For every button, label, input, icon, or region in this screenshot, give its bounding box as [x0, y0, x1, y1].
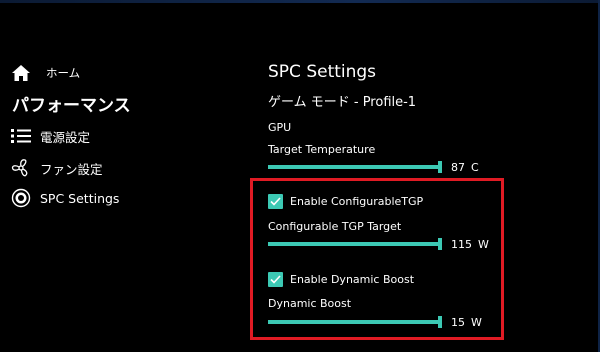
- sidebar-item-fan-settings[interactable]: ファン設定: [10, 155, 103, 181]
- gpu-section-heading: GPU: [268, 121, 292, 134]
- app-window: ホーム パフォーマンス 電源設定 ファン設定 SPC Settings SPC …: [0, 0, 600, 352]
- sidebar-item-performance[interactable]: パフォーマンス: [12, 90, 131, 116]
- slider-fill: [268, 165, 442, 169]
- slider-thumb[interactable]: [438, 161, 442, 173]
- highlight-box: [250, 178, 504, 340]
- profile-subtitle: ゲーム モード - Profile-1: [268, 95, 417, 110]
- sidebar-item-label: ホーム: [46, 66, 81, 80]
- target-temperature-label: Target Temperature: [268, 143, 376, 156]
- sidebar-item-label: 電源設定: [40, 129, 91, 145]
- sidebar-item-power-settings[interactable]: 電源設定: [10, 123, 90, 149]
- list-icon: [10, 125, 32, 147]
- sidebar-item-label: パフォーマンス: [12, 95, 131, 116]
- fan-icon: [10, 157, 32, 179]
- page-title: SPC Settings: [268, 62, 377, 82]
- sidebar-item-label: ファン設定: [40, 161, 103, 177]
- sidebar: ホーム パフォーマンス 電源設定 ファン設定 SPC Settings: [0, 0, 240, 352]
- target-temperature-unit: C: [471, 161, 479, 174]
- home-icon: [10, 62, 32, 84]
- target-temperature-value: 87: [451, 161, 465, 174]
- sidebar-item-home[interactable]: ホーム: [10, 60, 80, 86]
- sidebar-item-spc-settings[interactable]: SPC Settings: [10, 185, 119, 211]
- gauge-icon: [10, 187, 32, 209]
- sidebar-item-label: SPC Settings: [40, 190, 120, 206]
- target-temperature-slider[interactable]: [268, 161, 442, 173]
